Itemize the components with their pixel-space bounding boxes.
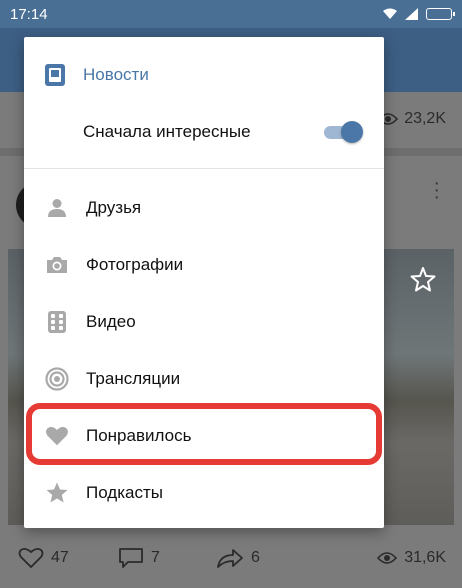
interesting-first-toggle[interactable] bbox=[324, 121, 363, 143]
camera-icon bbox=[45, 253, 69, 277]
liked-highlight-frame bbox=[26, 403, 382, 465]
menu-item-friends[interactable]: Друзья bbox=[24, 185, 384, 231]
bookmark-star-icon[interactable] bbox=[410, 266, 436, 292]
menu-item-label: Видео bbox=[86, 312, 136, 331]
battery-icon bbox=[426, 8, 455, 20]
film-icon bbox=[45, 310, 69, 334]
post-actions: 47 7 6 31,6K bbox=[0, 538, 462, 578]
menu-item-broadcasts[interactable]: Трансляции bbox=[24, 356, 384, 402]
menu-item-label: Друзья bbox=[86, 198, 142, 217]
toggle-knob bbox=[341, 121, 363, 143]
menu-item-news[interactable]: Новости bbox=[24, 37, 384, 113]
comments-count: 7 bbox=[151, 549, 160, 566]
menu-item-podcasts[interactable]: Подкасты bbox=[24, 470, 384, 516]
post-views: 31,6K bbox=[377, 549, 446, 567]
previous-post-views: 23,2K bbox=[378, 110, 446, 128]
views-count: 31,6K bbox=[404, 549, 446, 566]
like-button[interactable]: 47 bbox=[18, 547, 69, 569]
newspaper-icon bbox=[45, 64, 65, 86]
menu-item-photos[interactable]: Фотографии bbox=[24, 242, 384, 288]
heart-outline-icon bbox=[18, 547, 44, 569]
menu-item-label: Трансляции bbox=[86, 369, 181, 388]
shares-count: 6 bbox=[251, 549, 260, 566]
status-bar: 17:14 bbox=[0, 0, 462, 28]
menu-item-label: Фотографии bbox=[86, 255, 184, 274]
status-icons bbox=[382, 8, 455, 20]
wifi-icon bbox=[382, 8, 398, 20]
views-count: 23,2K bbox=[404, 110, 446, 127]
menu-item-label: Подкасты bbox=[86, 483, 163, 502]
feed-filter-menu: Новости Сначала интересные Друзья Фотогр… bbox=[24, 37, 384, 528]
comment-button[interactable]: 7 bbox=[118, 547, 160, 569]
more-icon[interactable]: · · · bbox=[433, 173, 440, 207]
share-icon bbox=[217, 549, 243, 568]
likes-count: 47 bbox=[51, 549, 69, 566]
broadcast-icon bbox=[45, 367, 69, 391]
menu-item-video[interactable]: Видео bbox=[24, 299, 384, 345]
status-time: 17:14 bbox=[10, 5, 48, 23]
eye-icon bbox=[377, 552, 398, 564]
person-icon bbox=[45, 196, 69, 220]
signal-icon bbox=[405, 8, 419, 20]
comment-icon bbox=[119, 548, 143, 568]
menu-divider bbox=[24, 168, 384, 169]
menu-title: Новости bbox=[83, 65, 149, 84]
share-button[interactable]: 6 bbox=[216, 547, 260, 569]
star-icon bbox=[45, 481, 69, 505]
sort-option-label: Сначала интересные bbox=[83, 122, 251, 141]
